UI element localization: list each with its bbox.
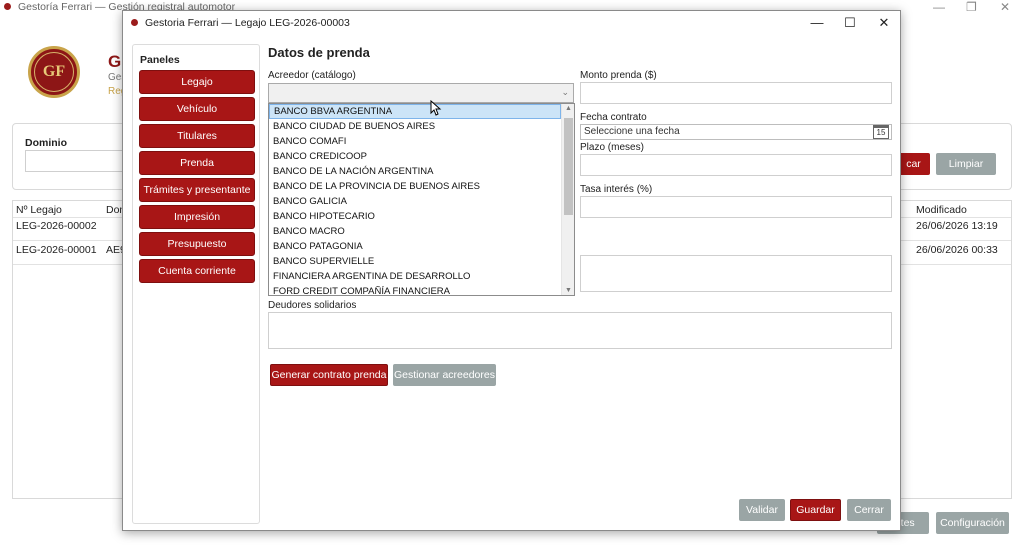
table-row-modificado[interactable]: 26/06/2026 13:19 — [916, 220, 998, 232]
logo-icon: GF — [28, 46, 80, 98]
acreedor-label: Acreedor (catálogo) — [268, 70, 356, 81]
monto-input[interactable] — [580, 82, 892, 104]
section-title: Datos de prenda — [268, 45, 370, 60]
close-icon[interactable]: ✕ — [1000, 0, 1010, 14]
list-item[interactable]: BANCO PATAGONIA — [269, 239, 561, 254]
panels-title: Paneles — [140, 54, 180, 66]
list-item[interactable]: BANCO DE LA NACIÓN ARGENTINA — [269, 164, 561, 179]
acreedor-dropdown-list: BANCO BBVA ARGENTINA BANCO CIUDAD DE BUE… — [268, 103, 575, 296]
dropdown-scrollbar[interactable]: ▲ ▼ — [561, 104, 574, 295]
validar-button[interactable]: Validar — [739, 499, 785, 521]
dialog-maximize-icon[interactable]: ☐ — [836, 14, 864, 32]
table-row-legajo[interactable]: LEG-2026-00001 — [16, 244, 97, 256]
configuracion-button[interactable]: Configuración — [936, 512, 1009, 534]
dialog-minimize-icon[interactable]: — — [803, 14, 831, 32]
restore-icon[interactable]: ❐ — [966, 0, 977, 14]
deudores-textarea[interactable] — [268, 312, 892, 349]
list-item[interactable]: BANCO GALICIA — [269, 194, 561, 209]
panel-cuenta-corriente-button[interactable]: Cuenta corriente — [139, 259, 255, 283]
minimize-icon[interactable]: — — [933, 0, 945, 14]
list-item[interactable]: BANCO HIPOTECARIO — [269, 209, 561, 224]
brand-title: G — [108, 52, 122, 71]
buscar-button[interactable]: car — [897, 153, 930, 175]
list-item[interactable]: FINANCIERA ARGENTINA DE DESARROLLO — [269, 269, 561, 284]
fecha-placeholder: Seleccione una fecha — [584, 126, 680, 137]
guardar-button[interactable]: Guardar — [790, 499, 841, 521]
panel-legajo-button[interactable]: Legajo — [139, 70, 255, 94]
tasa-label: Tasa interés (%) — [580, 184, 653, 195]
observaciones-textarea[interactable] — [580, 255, 892, 292]
fecha-label: Fecha contrato — [580, 112, 647, 123]
tasa-input[interactable] — [580, 196, 892, 218]
panel-impresion-button[interactable]: Impresión — [139, 205, 255, 229]
dialog-titlebar: Gestoria Ferrari — Legajo LEG-2026-00003… — [123, 11, 900, 35]
panels-sidebar: Paneles Legajo Vehículo Titulares Prenda… — [132, 44, 260, 524]
mouse-cursor-icon — [430, 100, 442, 116]
deudores-label: Deudores solidarios — [268, 300, 357, 311]
list-item[interactable]: BANCO COMAFI — [269, 134, 561, 149]
list-item[interactable]: BANCO MACRO — [269, 224, 561, 239]
scrollbar-thumb[interactable] — [564, 118, 573, 215]
plazo-label: Plazo (meses) — [580, 142, 644, 153]
limpiar-button[interactable]: Limpiar — [936, 153, 996, 175]
list-item[interactable]: BANCO CREDICOOP — [269, 149, 561, 164]
dominio-input[interactable] — [25, 150, 135, 172]
list-item[interactable]: BANCO DE LA PROVINCIA DE BUENOS AIRES — [269, 179, 561, 194]
chevron-down-icon: ⌄ — [561, 87, 569, 97]
list-item[interactable]: BANCO CIUDAD DE BUENOS AIRES — [269, 119, 561, 134]
list-item[interactable]: FORD CREDIT COMPAÑÍA FINANCIERA — [269, 284, 561, 295]
list-item[interactable]: BANCO BBVA ARGENTINA — [269, 104, 561, 119]
column-header-modificado[interactable]: Modificado — [916, 204, 967, 216]
column-header-legajo[interactable]: Nº Legajo — [16, 204, 62, 216]
panel-tramites-button[interactable]: Trámites y presentante — [139, 178, 255, 202]
table-row-modificado[interactable]: 26/06/2026 00:33 — [916, 244, 998, 256]
generar-contrato-button[interactable]: Generar contrato prenda — [270, 364, 388, 386]
app-icon — [4, 3, 11, 10]
panel-presupuesto-button[interactable]: Presupuesto — [139, 232, 255, 256]
fecha-datepicker[interactable]: Seleccione una fecha 15 — [580, 124, 892, 140]
dialog-close-icon[interactable]: ✕ — [870, 14, 898, 32]
scroll-up-icon[interactable]: ▲ — [562, 105, 574, 112]
calendar-icon[interactable]: 15 — [873, 125, 889, 139]
acreedor-combobox[interactable]: ⌄ — [268, 83, 574, 103]
panel-vehiculo-button[interactable]: Vehículo — [139, 97, 255, 121]
dialog-title: Gestoria Ferrari — Legajo LEG-2026-00003 — [145, 17, 350, 29]
scroll-down-icon[interactable]: ▼ — [562, 287, 574, 294]
dialog-app-icon — [131, 19, 138, 26]
monto-label: Monto prenda ($) — [580, 70, 657, 81]
panel-titulares-button[interactable]: Titulares — [139, 124, 255, 148]
dominio-label: Dominio — [25, 137, 67, 149]
cerrar-button[interactable]: Cerrar — [847, 499, 891, 521]
table-row-legajo[interactable]: LEG-2026-00002 — [16, 220, 97, 232]
panel-prenda-button[interactable]: Prenda — [139, 151, 255, 175]
plazo-input[interactable] — [580, 154, 892, 176]
list-item[interactable]: BANCO SUPERVIELLE — [269, 254, 561, 269]
legajo-dialog: Gestoria Ferrari — Legajo LEG-2026-00003… — [122, 10, 901, 531]
gestionar-acreedores-button[interactable]: Gestionar acreedores — [393, 364, 496, 386]
